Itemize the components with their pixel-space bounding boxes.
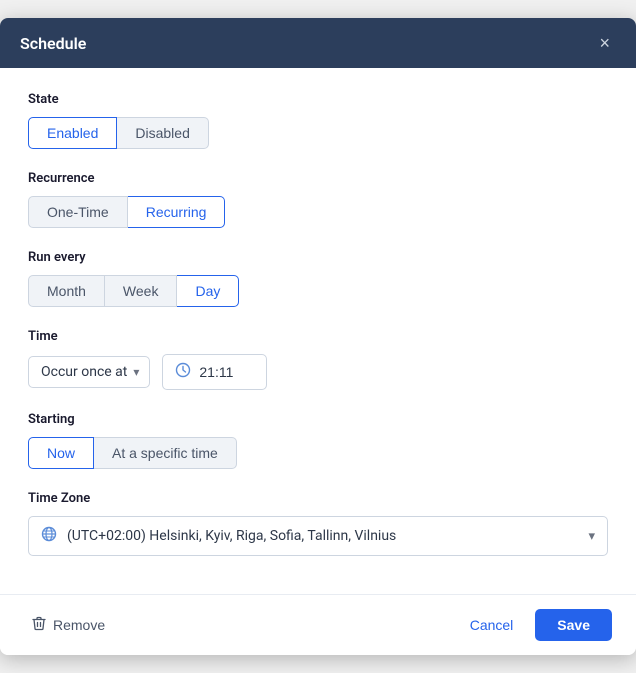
close-button[interactable]: × bbox=[593, 32, 616, 54]
state-disabled-button[interactable]: Disabled bbox=[117, 117, 208, 149]
run-every-button-group: Month Week Day bbox=[28, 275, 608, 307]
globe-icon bbox=[41, 526, 57, 546]
chevron-down-icon: ▾ bbox=[588, 529, 595, 544]
state-button-group: Enabled Disabled bbox=[28, 117, 608, 149]
occur-select[interactable]: Occur once at ▾ bbox=[28, 356, 150, 388]
starting-label: Starting bbox=[28, 412, 608, 427]
remove-button[interactable]: Remove bbox=[24, 610, 113, 640]
state-enabled-button[interactable]: Enabled bbox=[28, 117, 117, 149]
recurrence-recurring-button[interactable]: Recurring bbox=[128, 196, 226, 228]
time-input[interactable] bbox=[199, 364, 254, 380]
dialog-title: Schedule bbox=[20, 34, 86, 53]
remove-label: Remove bbox=[53, 617, 105, 633]
run-every-month-button[interactable]: Month bbox=[28, 275, 105, 307]
timezone-select[interactable]: (UTC+02:00) Helsinki, Kyiv, Riga, Sofia,… bbox=[28, 516, 608, 556]
dialog-body: State Enabled Disabled Recurrence One-Ti… bbox=[0, 68, 636, 594]
time-input-wrapper bbox=[162, 354, 267, 390]
cancel-button[interactable]: Cancel bbox=[458, 610, 526, 640]
occur-label: Occur once at bbox=[41, 364, 127, 380]
timezone-field: Time Zone (UTC+02:00) Helsinki, Kyiv, Ri… bbox=[28, 491, 608, 556]
run-every-day-button[interactable]: Day bbox=[177, 275, 239, 307]
schedule-dialog: Schedule × State Enabled Disabled Recurr… bbox=[0, 18, 636, 655]
recurrence-label: Recurrence bbox=[28, 171, 608, 186]
timezone-label: Time Zone bbox=[28, 491, 608, 506]
starting-now-button[interactable]: Now bbox=[28, 437, 94, 469]
recurrence-button-group: One-Time Recurring bbox=[28, 196, 608, 228]
run-every-field: Run every Month Week Day bbox=[28, 250, 608, 307]
time-row: Occur once at ▾ bbox=[28, 354, 608, 390]
starting-field: Starting Now At a specific time bbox=[28, 412, 608, 469]
trash-icon bbox=[32, 616, 46, 634]
dialog-header: Schedule × bbox=[0, 18, 636, 68]
recurrence-onetime-button[interactable]: One-Time bbox=[28, 196, 128, 228]
starting-button-group: Now At a specific time bbox=[28, 437, 608, 469]
time-field: Time Occur once at ▾ bbox=[28, 329, 608, 390]
state-field: State Enabled Disabled bbox=[28, 92, 608, 149]
run-every-week-button[interactable]: Week bbox=[105, 275, 178, 307]
starting-specific-button[interactable]: At a specific time bbox=[94, 437, 237, 469]
save-button[interactable]: Save bbox=[535, 609, 612, 641]
dialog-footer: Remove Cancel Save bbox=[0, 594, 636, 655]
run-every-label: Run every bbox=[28, 250, 608, 265]
time-label: Time bbox=[28, 329, 608, 344]
recurrence-field: Recurrence One-Time Recurring bbox=[28, 171, 608, 228]
chevron-down-icon: ▾ bbox=[133, 365, 139, 379]
clock-icon bbox=[175, 362, 191, 382]
timezone-value: (UTC+02:00) Helsinki, Kyiv, Riga, Sofia,… bbox=[67, 528, 578, 544]
footer-right: Cancel Save bbox=[458, 609, 612, 641]
state-label: State bbox=[28, 92, 608, 107]
